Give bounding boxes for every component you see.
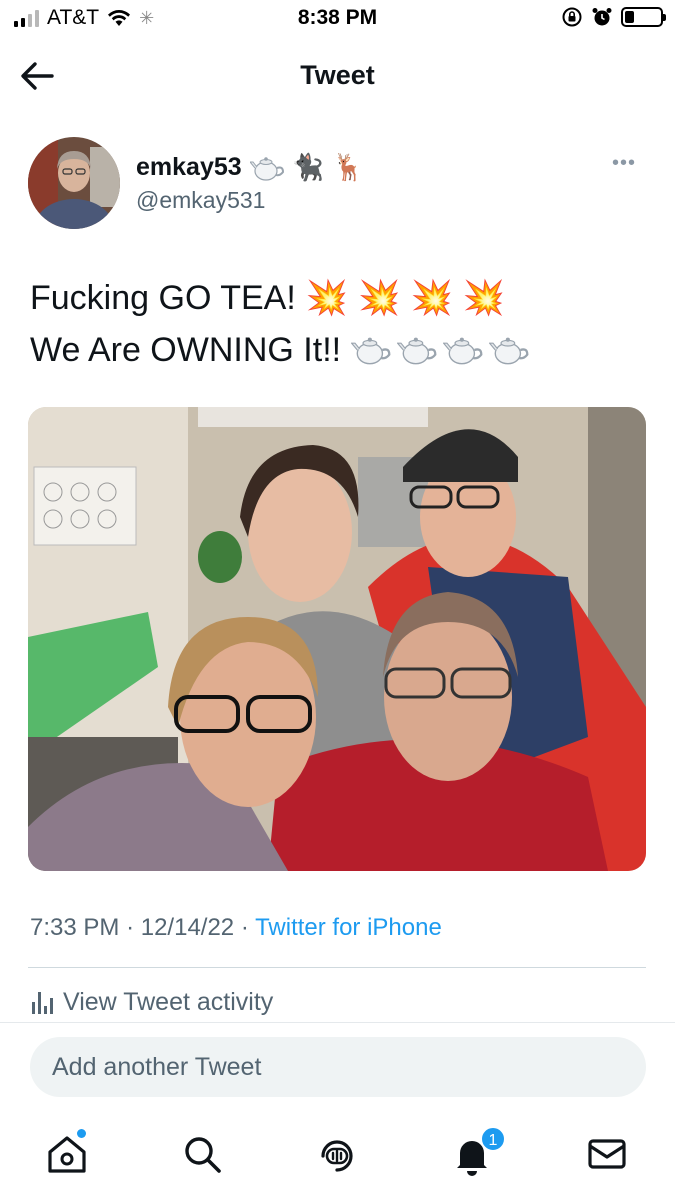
tweet-text-line-1: Fucking GO TEA!	[30, 279, 296, 317]
bar-chart-icon	[32, 991, 53, 1014]
tweet-meta: 7:33 PM · 12/14/22 · Twitter for iPhone	[30, 914, 442, 942]
deer-emoji: 🦌	[332, 152, 365, 182]
reply-box[interactable]	[30, 1037, 646, 1097]
collision-emoji: 💥	[358, 279, 401, 317]
view-tweet-activity-button[interactable]: View Tweet activity	[32, 988, 273, 1017]
teapot-emoji	[351, 337, 391, 365]
tweet-text: Fucking GO TEA! 💥 💥 💥 💥 We Are OWNING It…	[30, 272, 529, 376]
home-notification-dot	[77, 1129, 86, 1138]
mail-icon[interactable]	[585, 1132, 629, 1176]
group-selfie-image	[28, 407, 646, 871]
teapot-emoji	[489, 337, 529, 365]
tweet-date: 12/14/22	[140, 914, 235, 941]
status-bar: AT&T ✳ 8:38 PM	[0, 0, 675, 40]
avatar-image	[28, 137, 120, 229]
tweet-time: 7:33 PM	[30, 914, 120, 941]
collision-emoji: 💥	[305, 279, 349, 317]
battery-icon	[621, 7, 666, 27]
collision-emoji: 💥	[410, 279, 453, 317]
spaces-icon[interactable]	[315, 1132, 359, 1176]
home-icon[interactable]	[45, 1132, 89, 1176]
add-another-tweet-input[interactable]	[52, 1052, 624, 1082]
battery-level	[625, 11, 634, 23]
search-icon[interactable]	[180, 1132, 224, 1176]
collision-emoji: 💥	[462, 279, 506, 317]
handle[interactable]: @emkay531	[136, 187, 265, 214]
tweet-text-line-2: We Are OWNING It!!	[30, 331, 342, 369]
more-icon[interactable]: •••	[612, 152, 636, 175]
avatar[interactable]	[28, 137, 120, 229]
meta-separator: ·	[240, 914, 249, 941]
meta-separator: ·	[126, 914, 135, 941]
view-tweet-activity-label: View Tweet activity	[63, 988, 274, 1016]
display-name-row[interactable]: emkay53 🐈‍⬛ 🦌	[136, 152, 364, 183]
teapot-emoji	[249, 156, 284, 181]
divider	[28, 967, 646, 968]
divider	[0, 1022, 675, 1023]
black-cat-emoji: 🐈‍⬛	[291, 152, 325, 182]
teapot-emoji	[443, 337, 483, 365]
orientation-lock-icon	[562, 7, 582, 27]
tweet-photo[interactable]	[28, 407, 646, 871]
alarm-icon	[592, 8, 612, 26]
header: Tweet	[0, 48, 675, 104]
notifications-badge: 1	[480, 1126, 506, 1152]
display-name: emkay53	[136, 153, 242, 181]
teapot-emoji	[397, 337, 437, 365]
tweet-source-link[interactable]: Twitter for iPhone	[255, 914, 442, 941]
page-title: Tweet	[300, 60, 375, 90]
